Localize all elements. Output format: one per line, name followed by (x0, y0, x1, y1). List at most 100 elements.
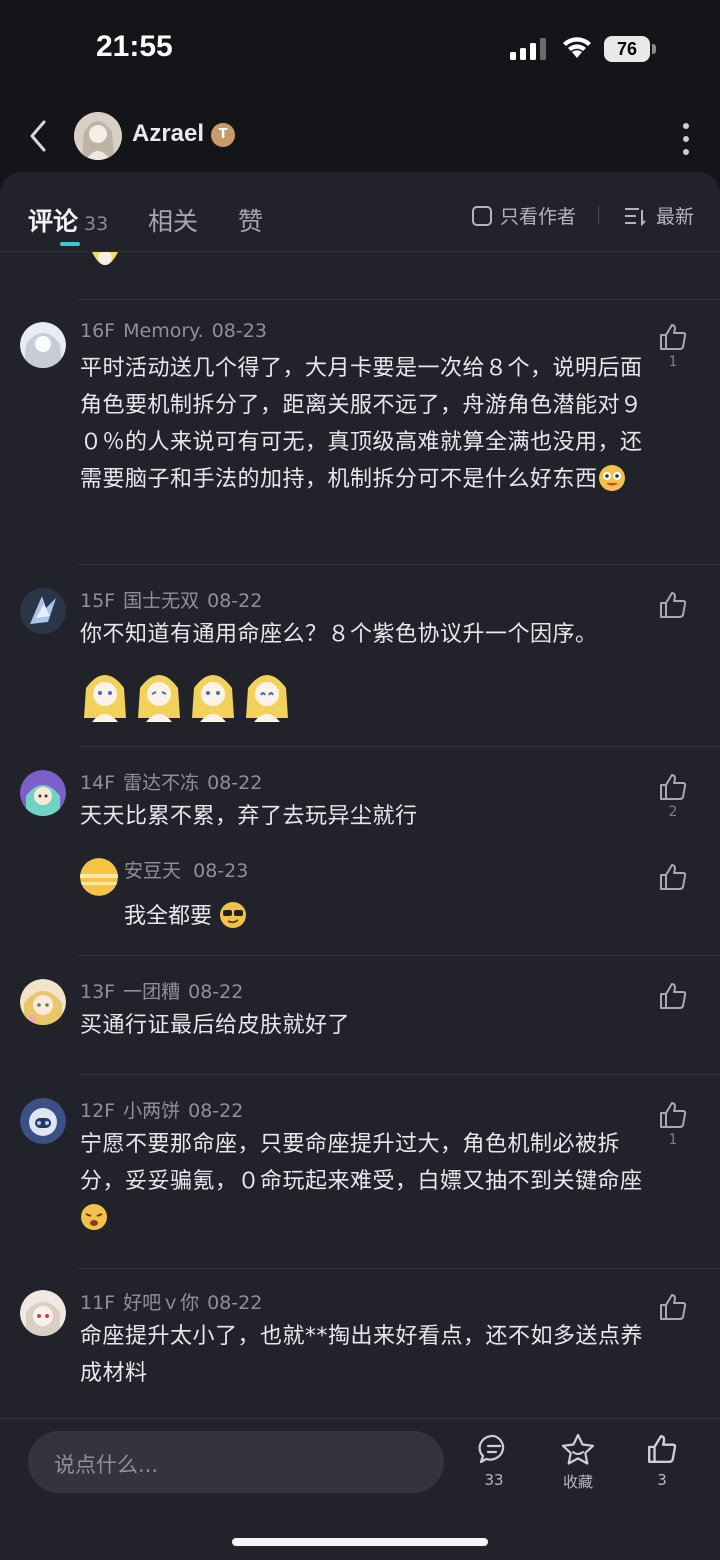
comment-floor: 11F (80, 1292, 116, 1314)
like-count: 1 (668, 1132, 678, 1148)
sticker-image[interactable] (82, 668, 128, 722)
sticker-image (92, 252, 118, 265)
comment-input[interactable]: 说点什么... (28, 1431, 444, 1493)
comment-bubble-icon (478, 1434, 505, 1464)
like-button[interactable] (656, 981, 690, 1013)
like-button[interactable]: 2 (656, 772, 690, 820)
filter-divider (598, 206, 599, 224)
favorite-button[interactable]: 收藏 (548, 1433, 608, 1492)
comment-text: 宁愿不要那命座，只要命座提升过大，角色机制必被拆分，妥妥骗氪，０命玩起来难受，白… (80, 1126, 650, 1237)
reply-username[interactable]: 安豆天 (124, 860, 181, 882)
comment-meta: 15F 国士无双 08-22 (80, 586, 262, 613)
comment-username[interactable]: 一团糟 (123, 981, 180, 1003)
active-tab-indicator (60, 242, 80, 246)
like-button[interactable]: 1 (656, 1100, 690, 1148)
sort-label: 最新 (656, 206, 695, 228)
only-author-checkbox[interactable] (472, 205, 492, 226)
tab-comments-count: 33 (84, 213, 109, 235)
comment-meta: 11F 好吧ｖ你 08-22 (80, 1288, 262, 1315)
battery-level: 76 (616, 39, 638, 59)
star-icon (561, 1433, 595, 1465)
favorite-label: 收藏 (562, 1473, 593, 1491)
thumbs-up-icon (660, 774, 687, 800)
post-like-button[interactable]: 3 (632, 1433, 692, 1489)
thumbs-up-icon (660, 1102, 687, 1128)
tired-emoji-icon (81, 1204, 107, 1230)
post-header: Azrael T (0, 100, 720, 172)
thumbs-up-icon (648, 1435, 677, 1463)
tab-bar: 评论 33 相关 赞 只看作者 最新 (0, 172, 720, 252)
comment-username[interactable]: 雷达不冻 (123, 772, 199, 794)
comment-meta: 12F 小两饼 08-22 (80, 1096, 243, 1123)
comment-floor: 15F (80, 590, 116, 612)
comment-divider (78, 1074, 720, 1075)
author-name[interactable]: Azrael (132, 120, 204, 148)
only-author-label: 只看作者 (500, 206, 577, 228)
comment-text: 天天比累不累，弃了去玩异尘就行 (80, 804, 418, 829)
comment-list[interactable]: 16F Memory. 08-23 平时活动送几个得了，大月卡要是一次给８个，说明后… (0, 252, 720, 1418)
user-avatar[interactable] (20, 1290, 66, 1336)
thumbs-up-icon (660, 592, 687, 618)
reply-user-avatar[interactable] (80, 858, 118, 896)
comment-date: 08-23 (211, 320, 267, 342)
like-button[interactable]: 1 (656, 322, 690, 370)
comment-username[interactable]: 好吧ｖ你 (123, 1292, 199, 1314)
like-count: 2 (668, 804, 678, 820)
comment-date: 08-22 (188, 1100, 244, 1122)
comment-floor: 14F (80, 772, 116, 794)
comment-meta: 16F Memory. 08-23 (80, 320, 267, 342)
comment-divider (78, 1268, 720, 1269)
comment-body: 宁愿不要那命座，只要命座提升过大，角色机制必被拆分，妥妥骗氪，０命玩起来难受，白… (80, 1132, 643, 1194)
comment-username[interactable]: Memory. (123, 320, 204, 342)
comment-meta: 14F 雷达不冻 08-22 (80, 768, 262, 795)
sort-button[interactable]: 最新 (624, 202, 694, 229)
home-indicator[interactable] (232, 1538, 488, 1546)
reply-date: 08-23 (193, 860, 249, 882)
comment-divider (78, 746, 720, 747)
author-avatar[interactable] (74, 112, 122, 160)
thumbs-up-icon (660, 983, 687, 1009)
comment-username[interactable]: 国士无双 (123, 590, 199, 612)
user-avatar[interactable] (20, 979, 66, 1025)
user-avatar[interactable] (20, 770, 66, 816)
sort-icon (625, 207, 646, 226)
status-bar: 21:55 76 (0, 0, 720, 96)
thumbs-up-icon (660, 324, 687, 350)
battery-icon: 76 (604, 36, 656, 62)
tab-comments[interactable]: 评论 33 (28, 202, 108, 238)
back-arrow-icon[interactable] (24, 116, 52, 156)
thumbs-up-icon (660, 1294, 687, 1320)
user-avatar[interactable] (20, 588, 66, 634)
user-avatar[interactable] (20, 1098, 66, 1144)
comments-button[interactable]: 33 (464, 1433, 524, 1489)
comment-date: 08-22 (188, 981, 244, 1003)
like-button[interactable] (656, 1292, 690, 1324)
user-avatar[interactable] (20, 322, 66, 368)
comment-divider (78, 955, 720, 956)
sticker-row (82, 668, 290, 722)
comment-meta: 13F 一团糟 08-22 (80, 977, 243, 1004)
reply-like-button[interactable] (656, 862, 690, 892)
more-options-icon[interactable] (676, 120, 696, 156)
status-time: 21:55 (96, 30, 173, 63)
only-author-toggle[interactable]: 只看作者 (472, 202, 576, 229)
tab-related[interactable]: 相关 (148, 202, 198, 238)
tab-comments-label: 评论 (28, 207, 79, 236)
post-like-count: 3 (657, 1471, 667, 1489)
comment-text: 你不知道有通用命座么？８个紫色协议升一个因序。 (80, 622, 598, 647)
like-button[interactable] (656, 590, 690, 622)
comment-divider (78, 564, 720, 565)
reply-body: 我全都要 (124, 904, 213, 929)
sticker-image[interactable] (190, 668, 236, 722)
thumbs-up-icon (660, 864, 687, 890)
comment-floor: 16F (80, 320, 116, 342)
comment-username[interactable]: 小两饼 (123, 1100, 180, 1122)
comment-floor: 13F (80, 981, 116, 1003)
comment-text: 命座提升太小了，也就**掏出来好看点，还不如多送点养成材料 (80, 1324, 644, 1386)
sticker-image[interactable] (136, 668, 182, 722)
comment-floor: 12F (80, 1100, 116, 1122)
tab-likes[interactable]: 赞 (238, 202, 263, 238)
comment-body: 平时活动送几个得了，大月卡要是一次给８个，说明后面角色要机制拆分了，距离关服不远… (80, 356, 643, 492)
sticker-image[interactable] (244, 668, 290, 722)
wifi-icon (563, 37, 591, 58)
